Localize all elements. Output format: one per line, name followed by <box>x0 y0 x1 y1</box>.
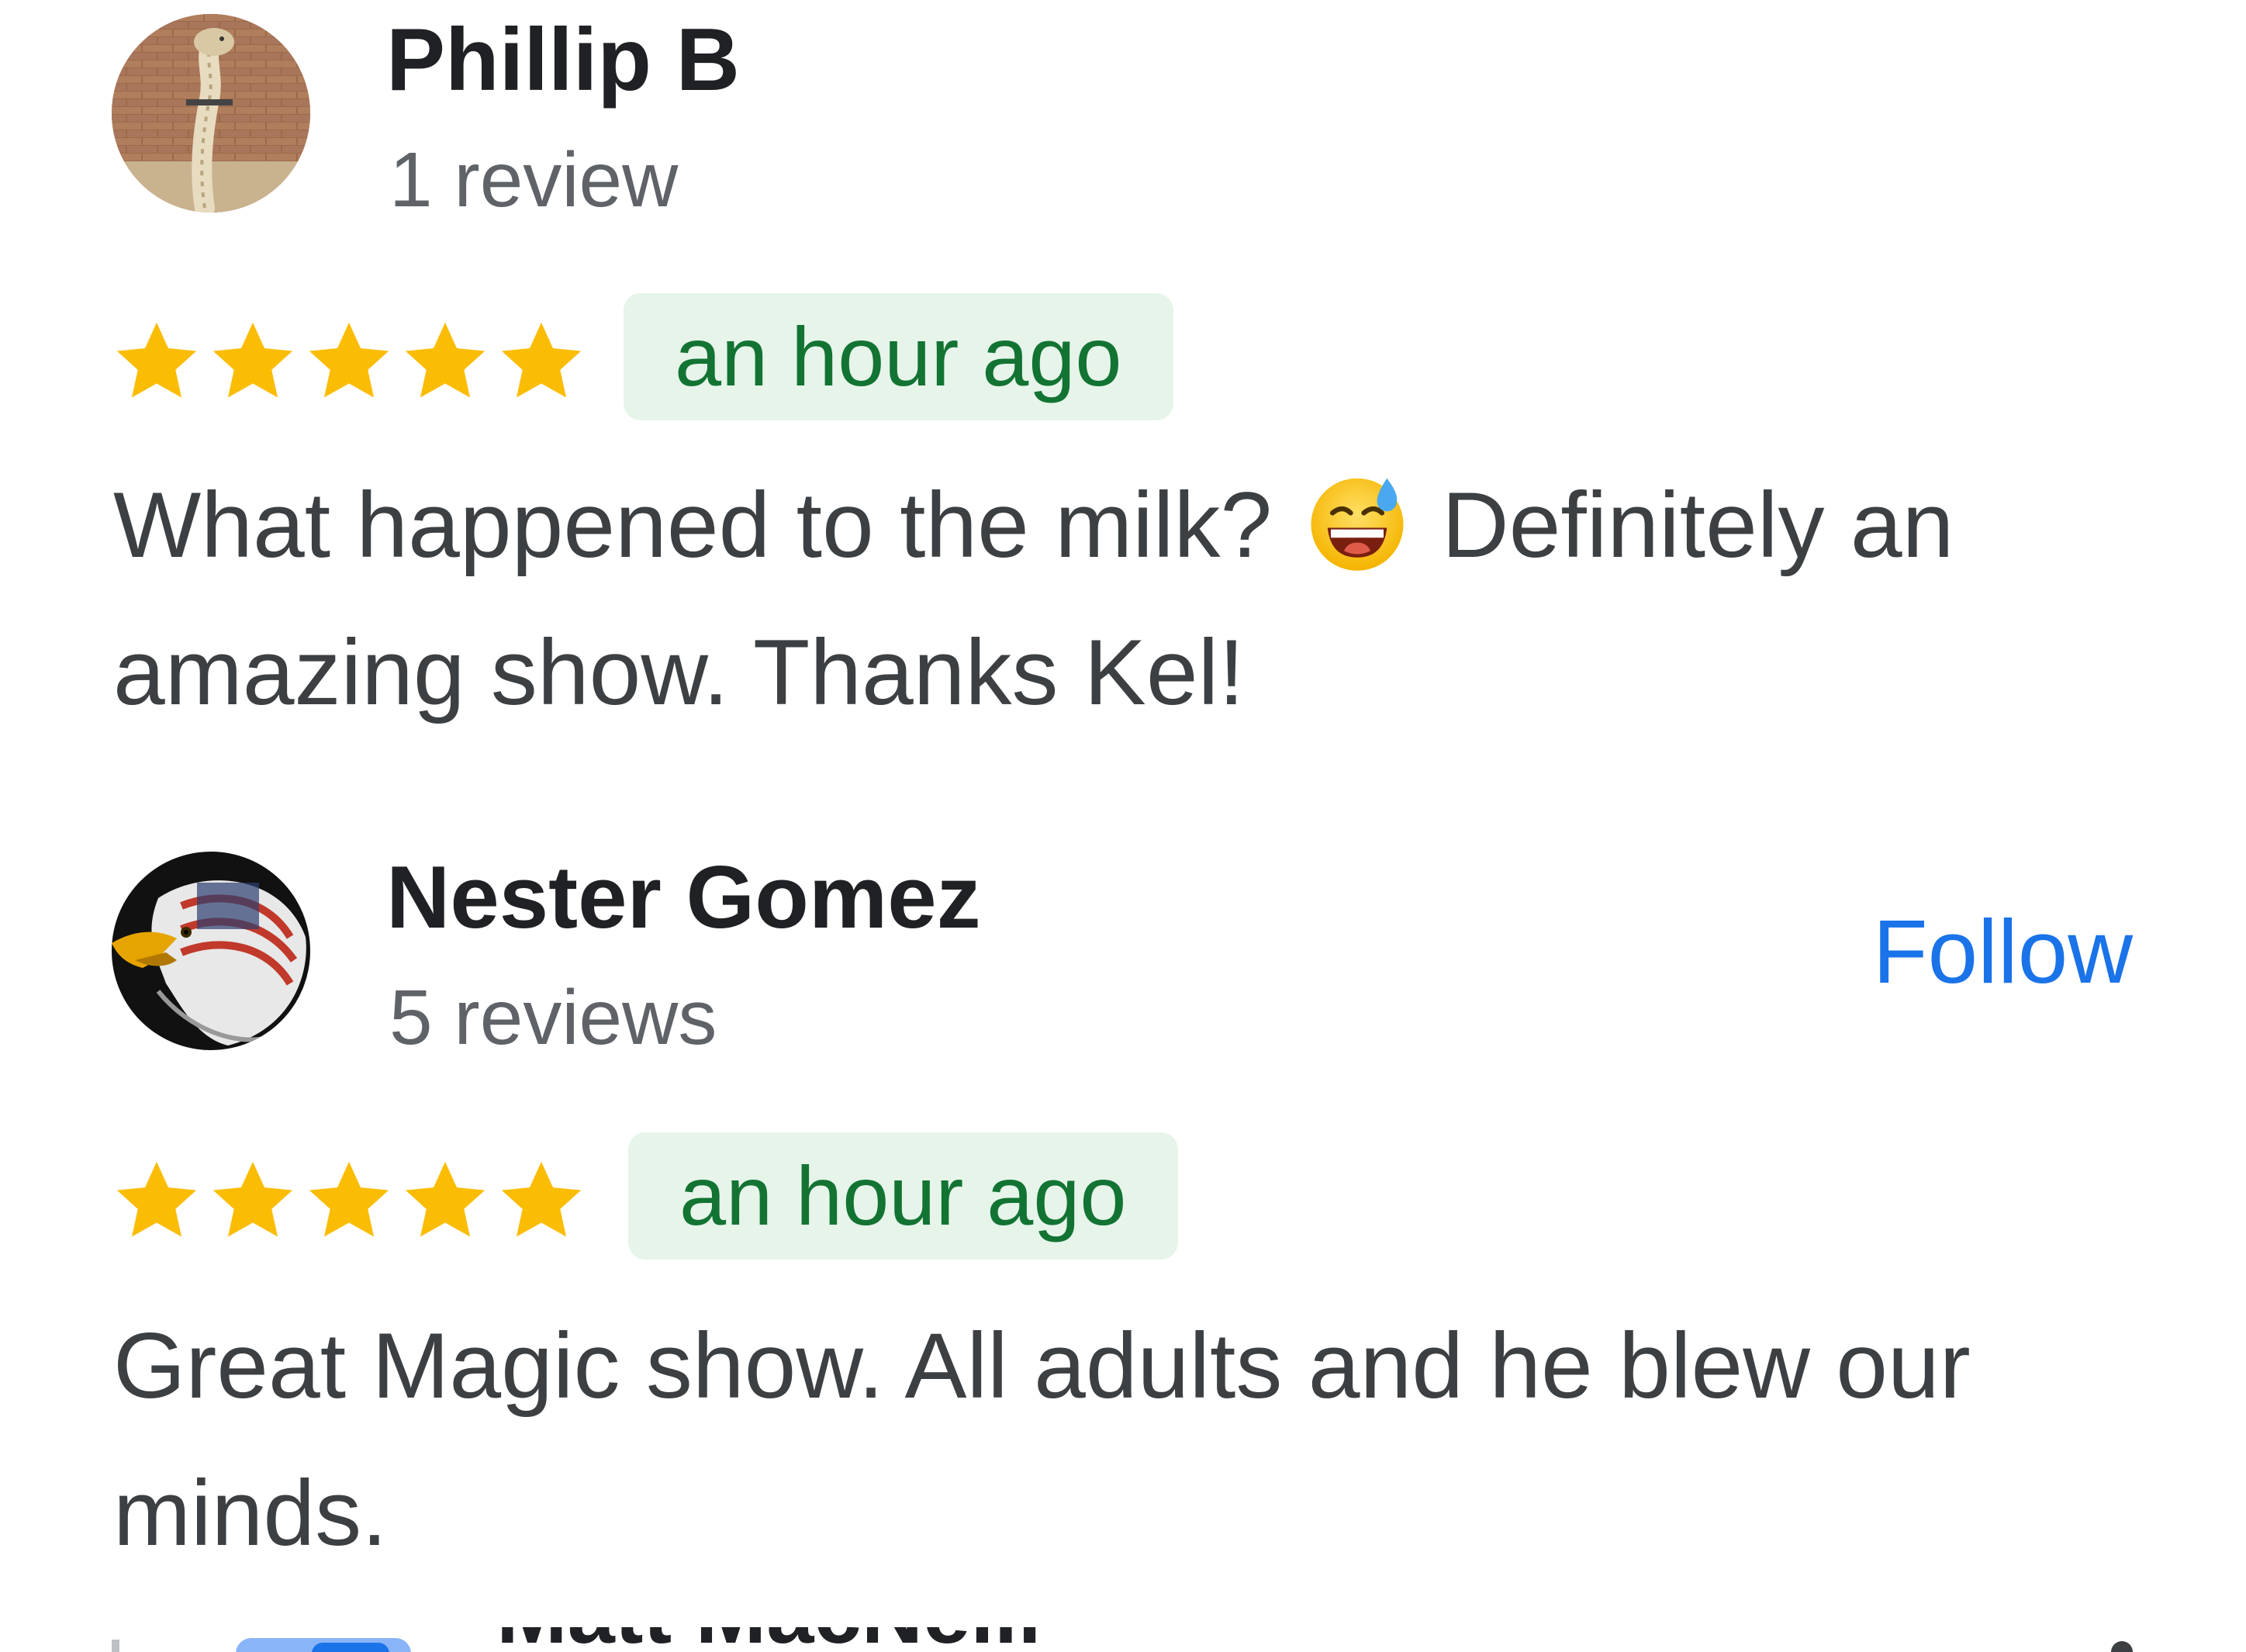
star-icon <box>493 1152 589 1248</box>
divider <box>112 1640 119 1652</box>
star-icon <box>301 313 397 409</box>
review-time: an hour ago <box>679 1149 1127 1242</box>
avatar[interactable] <box>112 14 310 213</box>
review-text-part: What happened to the milk? <box>113 473 1273 577</box>
star-icon <box>493 313 589 409</box>
next-review-partial: Matt MacNeill <box>0 1627 2246 1652</box>
next-reviewer-name[interactable]: Matt MacNeill <box>496 1627 1042 1652</box>
reviewer-review-count: 5 reviews <box>389 974 717 1061</box>
star-rating <box>109 310 589 411</box>
avatar[interactable] <box>112 852 310 1050</box>
star-icon <box>205 1152 301 1248</box>
review-text-part: Great Magic show. All adults and he blew… <box>113 1314 1971 1565</box>
snake-photo-icon <box>112 14 310 213</box>
star-icon <box>397 1152 493 1248</box>
star-icon <box>205 313 301 409</box>
review-text: What happened to the milk? Definitely an… <box>113 451 2145 746</box>
grinning-face-with-sweat-icon <box>1304 468 1410 574</box>
star-icon <box>301 1152 397 1248</box>
star-rating <box>109 1149 589 1250</box>
review-time-badge: an hour ago <box>628 1132 1178 1260</box>
star-icon <box>109 1152 205 1248</box>
review-time: an hour ago <box>675 309 1122 403</box>
eagle-flag-icon <box>112 852 310 1050</box>
follow-button[interactable]: Follow <box>1873 898 2133 1006</box>
review-text: Great Magic show. All adults and he blew… <box>113 1292 2145 1587</box>
reviewer-name[interactable]: Phillip B <box>386 8 740 114</box>
reviewer-review-count: 1 review <box>389 137 679 223</box>
star-icon <box>109 313 205 409</box>
star-icon <box>397 313 493 409</box>
reviewer-name[interactable]: Nester Gomez <box>386 845 981 952</box>
review-time-badge: an hour ago <box>624 293 1173 420</box>
local-guide-badge-icon <box>236 1638 411 1652</box>
badge-inner <box>312 1643 389 1652</box>
more-options-icon[interactable] <box>2111 1641 2133 1652</box>
